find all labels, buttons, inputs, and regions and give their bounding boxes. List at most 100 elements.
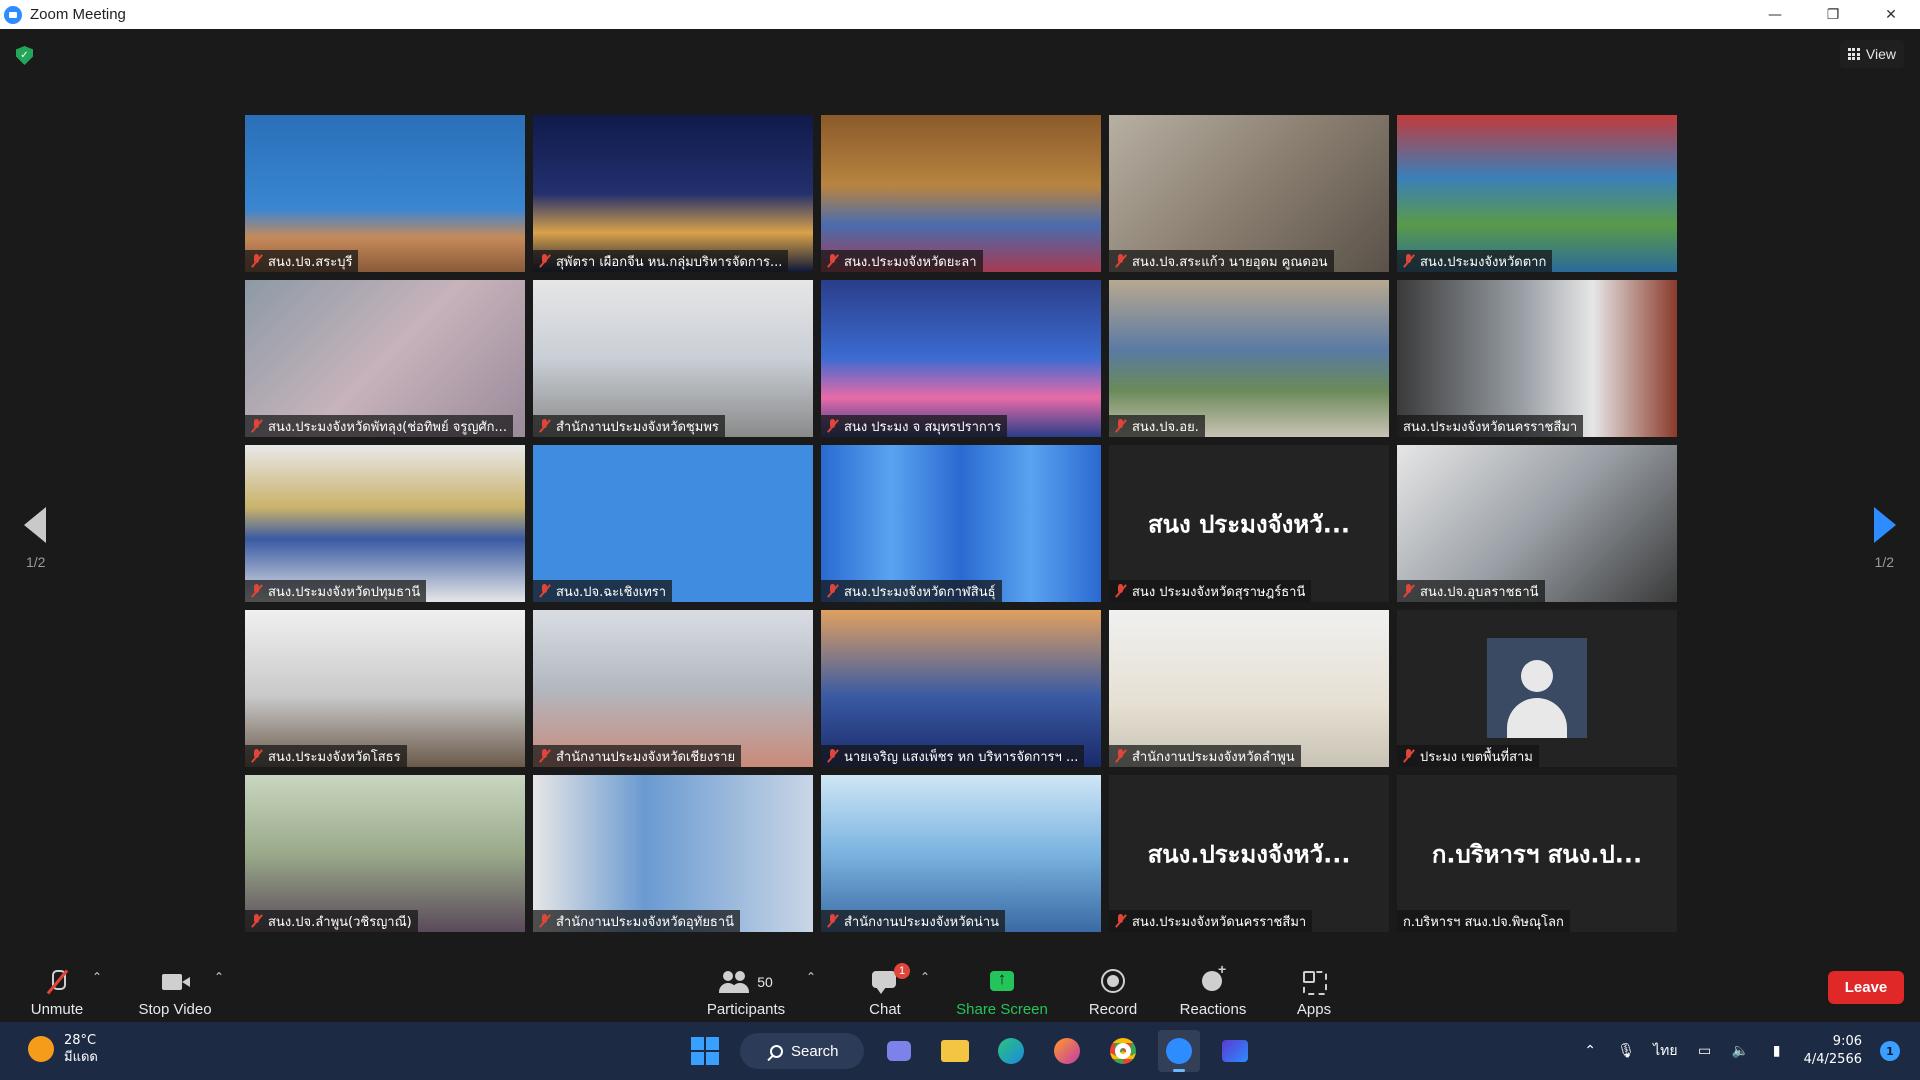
video-options-caret-icon[interactable]: ⌃ [214, 970, 224, 984]
window-controls: — ❐ ✕ [1746, 0, 1920, 29]
participant-name: สนง ประมง จ สมุทรปราการ [844, 419, 1002, 435]
show-hidden-icons-chevron-icon[interactable]: ⌃ [1581, 1043, 1599, 1059]
participant-display-name: สนง ประมงจังหวั... [1147, 510, 1351, 538]
muted-mic-icon [1115, 749, 1127, 763]
windows-start-icon[interactable] [684, 1030, 726, 1072]
participant-video-tile[interactable]: สำนักงานประมงจังหวัดอุทัยธานี [533, 775, 813, 932]
participant-name-tag: สนง.ประมงจังหวัดกาฬสินธุ์ [821, 580, 1002, 602]
participant-video-tile[interactable]: ก.บริหารฯ สนง.ป... ก.บริหารฯ สนง.ปจ.พิษณุ… [1397, 775, 1677, 932]
muted-mic-icon [827, 584, 839, 598]
participant-video-tile[interactable]: สนง ประมงจังหวั... สนง ประมงจังหวัดสุราษฎ… [1109, 445, 1389, 602]
word-app-icon[interactable] [1214, 1030, 1256, 1072]
participant-video-tile[interactable]: สำนักงานประมงจังหวัดชุมพร [533, 280, 813, 437]
participant-video-tile[interactable]: สนง.ประมงจังหวัดตาก [1397, 115, 1677, 272]
chat-icon: 1 [870, 963, 910, 995]
participant-video-tile[interactable]: นายเจริญ แสงเพ็ชร หก บริหารจัดการฯ ... [821, 610, 1101, 767]
view-button[interactable]: View [1839, 40, 1904, 68]
participant-video-tile[interactable]: สุพัตรา เผือกจีน หน.กลุ่มบริหารจัดการ... [533, 115, 813, 272]
participant-video-tile[interactable]: สนง.ปจ.ฉะเชิงเทรา [533, 445, 813, 602]
participants-icon [719, 969, 749, 995]
participant-name-tag: สำนักงานประมงจังหวัดลำพูน [1109, 745, 1301, 767]
participant-name-tag: สุพัตรา เผือกจีน หน.กลุ่มบริหารจัดการ... [533, 250, 789, 272]
chat-label: Chat [869, 1001, 901, 1018]
participants-button[interactable]: 50 Participants [702, 958, 790, 1018]
participant-name: สำนักงานประมงจังหวัดลำพูน [1132, 749, 1295, 765]
chrome-browser-icon[interactable] [1102, 1030, 1144, 1072]
volume-icon[interactable]: 🔈 [1732, 1043, 1750, 1059]
participant-video-tile[interactable]: สำนักงานประมงจังหวัดน่าน [821, 775, 1101, 932]
chat-unread-badge: 1 [894, 963, 910, 979]
file-explorer-icon[interactable] [934, 1030, 976, 1072]
video-feed [245, 445, 525, 602]
zoom-app-taskbar-icon[interactable] [1158, 1030, 1200, 1072]
participant-name: สำนักงานประมงจังหวัดเชียงราย [556, 749, 736, 765]
leave-button[interactable]: Leave [1828, 971, 1904, 1004]
notification-badge-icon[interactable]: 1 [1880, 1041, 1900, 1061]
stop-video-label: Stop Video [138, 1001, 212, 1018]
meeting-area: ✓ View 1/2 1/2 สนง.ปจ.สระบุรี สุพัตรา เผื… [0, 29, 1920, 954]
participant-name: สนง.ปจ.ฉะเชิงเทรา [556, 584, 667, 600]
participant-video-tile[interactable]: สนง.ประมงจังหวัดพัทลุง(ช่อทิพย์ จรูญศัก.… [245, 280, 525, 437]
input-language-indicator[interactable]: ไทย [1653, 1040, 1677, 1062]
participant-video-tile[interactable]: สนง.ปจ.อย. [1109, 280, 1389, 437]
minimize-icon[interactable]: — [1746, 0, 1804, 29]
participant-video-tile[interactable]: สำนักงานประมงจังหวัดลำพูน [1109, 610, 1389, 767]
reactions-label: Reactions [1179, 1001, 1247, 1018]
muted-mic-icon [251, 749, 263, 763]
participant-video-tile[interactable]: ประมง เขตพื้นที่สาม [1397, 610, 1677, 767]
participant-video-tile[interactable]: สนง.ประมงจังหวัดโสธร [245, 610, 525, 767]
system-tray: ⌃ 🎙 ไทย ▭ 🔈 ▮ 9:06 4/4/2566 1 [1581, 1022, 1900, 1080]
participant-video-tile[interactable]: สนง.ประมงจังหวัดปทุมธานี [245, 445, 525, 602]
participant-video-tile[interactable]: สนง.ประมงจังหวัดกาฬสินธุ์ [821, 445, 1101, 602]
participant-video-tile[interactable]: สนง.ปจ.สระบุรี [245, 115, 525, 272]
close-icon[interactable]: ✕ [1862, 0, 1920, 29]
participant-video-tile[interactable]: สำนักงานประมงจังหวัดเชียงราย [533, 610, 813, 767]
participant-name-tag: สนง.ปจ.ฉะเชิงเทรา [533, 580, 673, 602]
view-label: View [1865, 46, 1896, 62]
participant-video-tile[interactable]: สนง.ปจ.ลำพูน(วชิรญาณี) [245, 775, 525, 932]
security-shield-icon[interactable]: ✓ [16, 46, 33, 65]
participant-name: นายเจริญ แสงเพ็ชร หก บริหารจัดการฯ ... [844, 749, 1079, 765]
participant-video-tile[interactable]: สนง.ปจ.อุบลราชธานี [1397, 445, 1677, 602]
chat-button[interactable]: 1 Chat [862, 958, 910, 1018]
taskbar-search-button[interactable]: Search [740, 1033, 864, 1069]
muted-mic-icon [1115, 254, 1127, 268]
taskbar-clock[interactable]: 9:06 4/4/2566 [1804, 1033, 1862, 1069]
audio-options-caret-icon[interactable]: ⌃ [92, 970, 102, 984]
participant-name: สนง.ปจ.ลำพูน(วชิรญาณี) [268, 914, 412, 930]
battery-icon[interactable]: ▮ [1768, 1043, 1786, 1059]
muted-mic-icon [539, 419, 551, 433]
muted-mic-icon [827, 419, 839, 433]
teams-chat-icon[interactable] [878, 1030, 920, 1072]
record-button[interactable]: Record [1086, 958, 1140, 1018]
weather-widget[interactable]: 28°C มีแดด [28, 1032, 98, 1066]
reactions-button[interactable]: Reactions [1178, 958, 1248, 1018]
video-feed [821, 610, 1101, 767]
share-screen-button[interactable]: Share Screen [956, 958, 1048, 1018]
stop-video-button[interactable]: Stop Video [134, 958, 216, 1018]
participant-video-tile[interactable]: สนง.ประมงจังหวัดนครราชสีมา [1397, 280, 1677, 437]
sun-weather-icon [28, 1036, 54, 1062]
microphone-in-use-icon[interactable]: 🎙 [1617, 1043, 1635, 1059]
participant-name: สำนักงานประมงจังหวัดน่าน [844, 914, 1000, 930]
participant-video-tile[interactable]: สนง.ประมงจังหวั... สนง.ประมงจังหวัดนครราช… [1109, 775, 1389, 932]
participant-name: สนง ประมงจังหวัดสุราษฎร์ธานี [1132, 584, 1306, 600]
network-icon[interactable]: ▭ [1696, 1043, 1714, 1059]
restore-icon[interactable]: ❐ [1804, 0, 1862, 29]
participants-options-caret-icon[interactable]: ⌃ [806, 970, 816, 984]
apps-button[interactable]: Apps [1294, 958, 1334, 1018]
muted-mic-icon [251, 584, 263, 598]
video-feed [1397, 445, 1677, 602]
edge-browser-icon[interactable] [990, 1030, 1032, 1072]
unmute-button[interactable]: Unmute [26, 958, 88, 1018]
participant-video-tile[interactable]: สนง.ปจ.สระแก้ว นายอุดม คูณดอน [1109, 115, 1389, 272]
participant-name-tag: ประมง เขตพื้นที่สาม [1397, 745, 1539, 767]
next-page-arrow-icon[interactable] [1874, 507, 1896, 543]
participant-video-tile[interactable]: สนง.ประมงจังหวัดยะลา [821, 115, 1101, 272]
participant-video-tile[interactable]: สนง ประมง จ สมุทรปราการ [821, 280, 1101, 437]
chat-options-caret-icon[interactable]: ⌃ [920, 970, 930, 984]
prev-page-arrow-icon[interactable] [24, 507, 46, 543]
muted-mic-icon [1403, 749, 1415, 763]
firefox-browser-icon[interactable] [1046, 1030, 1088, 1072]
muted-microphone-icon [42, 969, 72, 995]
